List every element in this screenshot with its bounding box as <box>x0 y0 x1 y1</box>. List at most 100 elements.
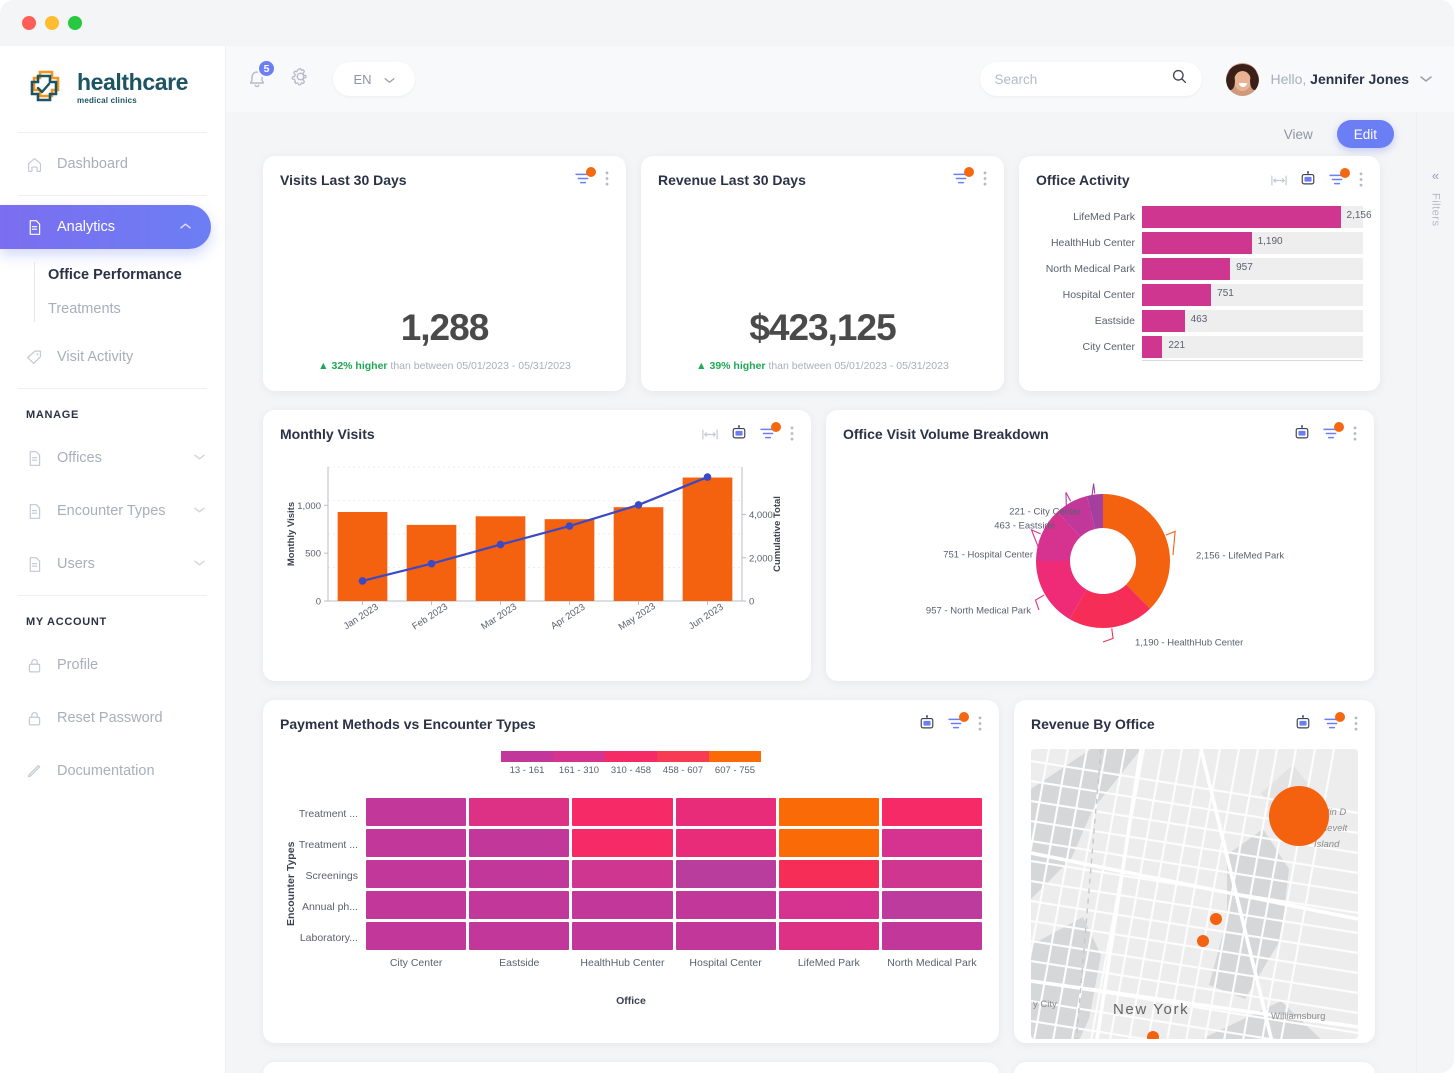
search-input[interactable] <box>994 71 1172 87</box>
bar[interactable] <box>1142 206 1341 228</box>
settings-button[interactable] <box>290 66 311 92</box>
sidebar-item-office-performance[interactable]: Office Performance <box>34 258 225 292</box>
heatmap-cell[interactable] <box>675 891 776 919</box>
card-menu-icon[interactable] <box>605 171 609 191</box>
card-menu-icon[interactable] <box>983 171 987 191</box>
line-point[interactable] <box>358 577 367 585</box>
heatmap-cell[interactable] <box>366 922 467 950</box>
heatmap-cell[interactable] <box>469 922 570 950</box>
brand-logo[interactable]: healthcare medical clinics <box>0 46 225 132</box>
heatmap-cell[interactable] <box>778 891 879 919</box>
colorbar-swatch[interactable] <box>501 751 553 762</box>
heatmap-cell[interactable] <box>778 922 879 950</box>
line-point[interactable] <box>427 559 436 568</box>
pie-slice[interactable] <box>1103 494 1170 609</box>
card-menu-icon[interactable] <box>978 715 982 736</box>
line-point[interactable] <box>634 501 643 509</box>
card-menu-icon[interactable] <box>1354 715 1358 736</box>
heatmap-cell[interactable] <box>675 860 776 888</box>
sidebar-item-visit-activity[interactable]: Visit Activity <box>0 335 225 379</box>
bar[interactable] <box>475 516 526 601</box>
map-marker[interactable] <box>1269 786 1329 846</box>
colorbar-swatch[interactable] <box>605 751 657 762</box>
language-selector[interactable]: EN <box>333 62 415 96</box>
colorbar-swatch[interactable] <box>657 751 709 762</box>
notifications-button[interactable]: 5 <box>246 59 276 92</box>
sidebar-item-offices[interactable]: Offices <box>0 436 225 480</box>
heatmap-cell[interactable] <box>366 860 467 888</box>
resize-icon[interactable] <box>1271 173 1287 191</box>
robot-icon[interactable] <box>1294 425 1310 446</box>
heatmap-cell[interactable] <box>881 798 983 826</box>
bar[interactable] <box>1142 232 1252 254</box>
colorbar-swatch[interactable] <box>553 751 605 762</box>
heatmap-cell[interactable] <box>778 798 879 826</box>
bar[interactable] <box>1142 336 1163 358</box>
view-button[interactable]: View <box>1266 120 1330 148</box>
resize-icon[interactable] <box>702 427 718 445</box>
filter-icon[interactable] <box>1329 167 1350 191</box>
sidebar-item-users[interactable]: Users <box>0 542 225 586</box>
heatmap-cell[interactable] <box>778 860 879 888</box>
heatmap-cell[interactable] <box>572 798 673 826</box>
heatmap-cell[interactable] <box>881 860 983 888</box>
heatmap-cell[interactable] <box>366 829 467 857</box>
robot-icon[interactable] <box>731 425 747 446</box>
heatmap-cell[interactable] <box>778 829 879 857</box>
user-menu[interactable]: Hello, Jennifer Jones <box>1226 62 1432 96</box>
sidebar-item-reset-password[interactable]: Reset Password <box>0 696 225 740</box>
bar[interactable] <box>1142 284 1212 306</box>
robot-icon[interactable] <box>919 715 935 736</box>
heatmap-cell[interactable] <box>881 891 983 919</box>
heatmap-cell[interactable] <box>881 829 983 857</box>
search-icon[interactable] <box>1171 68 1188 90</box>
heatmap-cell[interactable] <box>469 829 570 857</box>
line-point[interactable] <box>496 540 505 549</box>
heatmap-cell[interactable] <box>572 922 673 950</box>
bar[interactable] <box>1142 258 1231 280</box>
map-marker[interactable] <box>1210 913 1222 925</box>
filters-rail-label[interactable]: Filters <box>1430 193 1442 226</box>
sidebar-item-treatments[interactable]: Treatments <box>34 292 225 326</box>
heatmap-cell[interactable] <box>469 891 570 919</box>
heatmap-cell[interactable] <box>572 891 673 919</box>
heatmap-cell[interactable] <box>675 922 776 950</box>
sidebar-item-analytics[interactable]: Analytics <box>0 205 211 249</box>
heatmap-cell[interactable] <box>675 798 776 826</box>
heatmap-cell[interactable] <box>572 860 673 888</box>
filter-icon[interactable] <box>1323 421 1344 445</box>
colorbar-swatch[interactable] <box>709 751 761 762</box>
bar[interactable] <box>682 477 733 601</box>
line-point[interactable] <box>703 473 712 481</box>
heatmap-cell[interactable] <box>366 798 467 826</box>
sidebar-item-documentation[interactable]: Documentation <box>0 749 225 793</box>
sidebar-item-dashboard[interactable]: Dashboard <box>0 142 225 186</box>
card-menu-icon[interactable] <box>790 425 794 446</box>
robot-icon[interactable] <box>1300 171 1316 192</box>
heatmap-cell[interactable] <box>572 829 673 857</box>
window-maximize-dot[interactable] <box>68 16 82 30</box>
filter-icon[interactable] <box>575 167 596 190</box>
search-box[interactable] <box>980 62 1203 96</box>
collapse-chevron-icon[interactable]: « <box>1432 168 1439 183</box>
card-menu-icon[interactable] <box>1359 171 1363 192</box>
card-menu-icon[interactable] <box>1353 425 1357 446</box>
line-point[interactable] <box>565 522 574 530</box>
sidebar-item-encounter-types[interactable]: Encounter Types <box>0 489 225 533</box>
bar[interactable] <box>613 507 664 601</box>
robot-icon[interactable] <box>1295 715 1311 736</box>
heatmap-cell[interactable] <box>675 829 776 857</box>
edit-button[interactable]: Edit <box>1336 120 1394 148</box>
map-marker[interactable] <box>1197 935 1209 947</box>
heatmap-cell[interactable] <box>881 922 983 950</box>
map-canvas[interactable]: Franklin DRooseveltIslandSuy CityNew Yor… <box>1031 749 1358 1039</box>
heatmap-cell[interactable] <box>366 891 467 919</box>
window-close-dot[interactable] <box>22 16 36 30</box>
window-minimize-dot[interactable] <box>45 16 59 30</box>
heatmap-cell[interactable] <box>469 860 570 888</box>
filter-icon[interactable] <box>948 711 969 735</box>
filter-icon[interactable] <box>1324 711 1345 735</box>
filter-icon[interactable] <box>953 167 974 190</box>
sidebar-item-profile[interactable]: Profile <box>0 643 225 687</box>
bar[interactable] <box>337 511 388 601</box>
